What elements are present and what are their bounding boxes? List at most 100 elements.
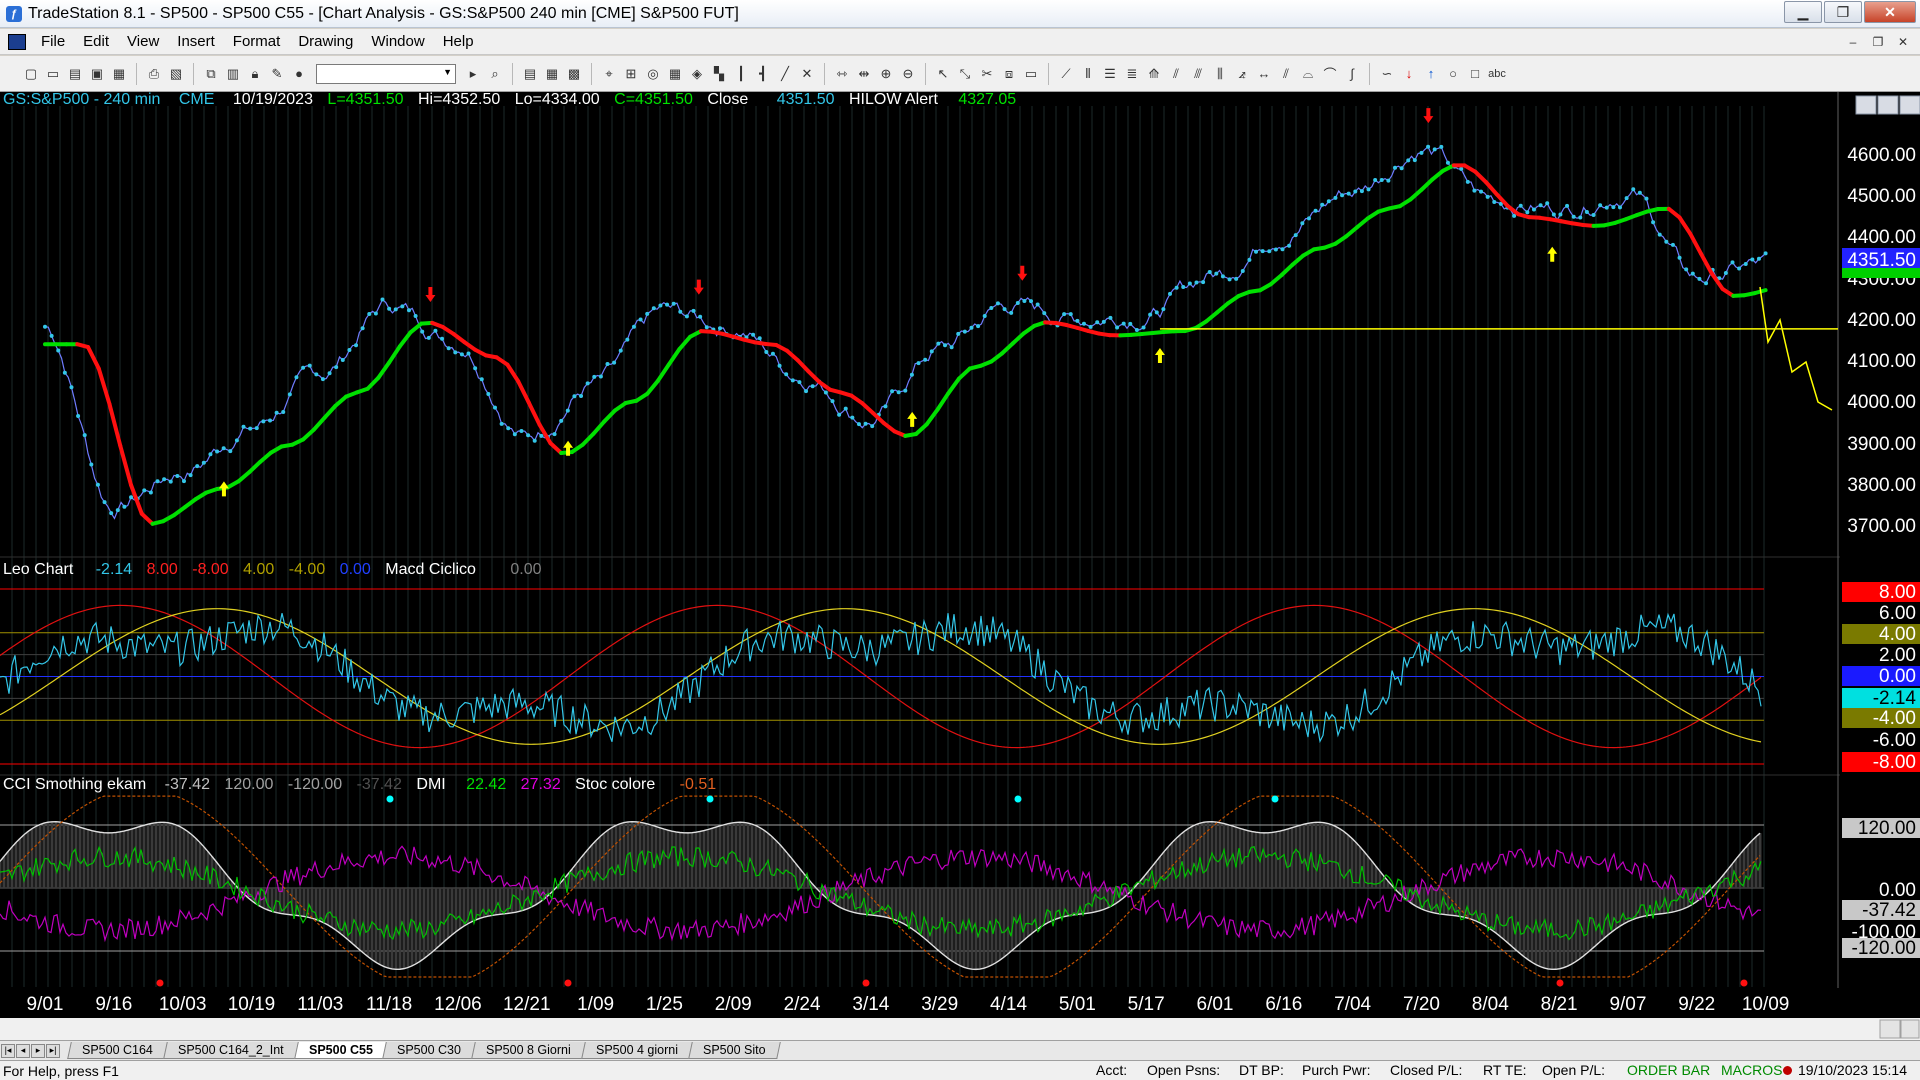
play-icon[interactable]: ▸ [464,65,482,83]
radar-icon[interactable]: ◎ [644,65,662,83]
menu-file[interactable]: File [32,29,74,55]
last-sheet-button[interactable]: ▸| [46,1043,60,1058]
scan-icon[interactable]: ⌖ [600,65,618,83]
optionstation-icon[interactable]: ◈ [688,65,706,83]
restore-button[interactable]: ❐ [1824,1,1862,23]
arc-icon[interactable]: ⌒ [1321,65,1339,83]
menu-edit[interactable]: Edit [74,29,118,55]
gann-icon[interactable]: ⟰ [1145,65,1163,83]
matrix-icon[interactable]: ▦ [666,65,684,83]
candle-icon[interactable]: ┫ [754,65,772,83]
magnifier-icon[interactable]: ⌕ [486,65,504,83]
channel-icon[interactable]: ⫼ [1211,65,1229,83]
status-datetime: 19/10/2023 15:14 [1798,1062,1907,1078]
scrollbar-thumb[interactable] [1879,1019,1901,1039]
scroll-right-button[interactable] [1900,1019,1920,1039]
zoom-out-icon[interactable]: ⊖ [899,65,917,83]
save-all-icon[interactable]: ▦ [110,65,128,83]
rectangle-icon[interactable]: □ [1466,65,1484,83]
print-preview-icon[interactable]: ▧ [167,65,185,83]
price-bar-point [82,433,87,438]
price-axis[interactable]: 4600.00 4500.00 4400.00 4300.00 4200.00 … [1847,145,1916,537]
order-bar-toggle[interactable]: ORDER BAR [1627,1062,1710,1078]
chart-close-button[interactable] [1899,95,1920,115]
first-sheet-button[interactable]: |◂ [1,1043,15,1058]
leo-axis[interactable]: 8.00 6.00 4.00 2.00 0.00 -2.14 -4.00 -6.… [1842,582,1920,773]
text-icon[interactable]: abc [1488,65,1506,83]
sheet-tab-active[interactable]: SP500 C55 [293,1042,388,1059]
chart-canvas[interactable]: GS:S&P500 - 240 min CME 10/19/2023 L=435… [0,92,1920,1046]
mdi-restore-button[interactable]: ❐ [1867,32,1889,52]
scroll-icon[interactable]: ⇹ [855,65,873,83]
open-workspace-icon[interactable]: ▤ [66,65,84,83]
minimize-button[interactable]: ▁ [1784,1,1822,23]
point-figure-icon[interactable]: ✕ [798,65,816,83]
symbol-combo[interactable] [316,63,456,84]
pencil-icon[interactable]: ✎ [268,65,286,83]
data-window-icon[interactable]: ▤ [521,65,539,83]
andrews-icon[interactable]: ⫽ [1167,65,1185,83]
hotlist-icon[interactable]: ⊞ [622,65,640,83]
fib-icon[interactable]: ≣ [1123,65,1141,83]
menu-format[interactable]: Format [224,29,290,55]
chart-minimize-button[interactable] [1855,95,1877,115]
freehand-icon[interactable]: ∫ [1343,65,1361,83]
line-chart-icon[interactable]: ╱ [776,65,794,83]
curve-icon[interactable]: ∽ [1378,65,1396,83]
new-icon[interactable]: ▢ [22,65,40,83]
arrow-down-icon[interactable]: ↓ [1400,65,1418,83]
cci-axis[interactable]: 120.00 0.00 -37.42 -100.00 -120.00 [1842,818,1920,959]
ellipse-icon[interactable]: ○ [1444,65,1462,83]
prev-sheet-button[interactable]: ◂ [16,1043,30,1058]
menu-window[interactable]: Window [362,29,433,55]
zoom-in-icon[interactable]: ⊕ [877,65,895,83]
speed-line-icon[interactable]: ⫻ [1189,65,1207,83]
expert-icon[interactable]: ⧈ [1000,65,1018,83]
sheet-tab[interactable]: SP500 Sito [688,1042,781,1059]
calculator-icon[interactable]: ▩ [565,65,583,83]
regression-icon[interactable]: ⦨ [1233,65,1251,83]
menu-insert[interactable]: Insert [168,29,224,55]
paste-icon[interactable]: ▥ [224,65,242,83]
sheet-tab[interactable]: SP500 C30 [382,1042,477,1059]
save-icon[interactable]: ▣ [88,65,106,83]
insert-indicator-icon[interactable]: ⤡ [956,65,974,83]
palette-icon[interactable]: ● [290,65,308,83]
menu-view[interactable]: View [118,29,168,55]
chart-restore-button[interactable] [1877,95,1899,115]
cycle-icon[interactable]: ⌓ [1299,65,1317,83]
tradestation-app-icon[interactable]: ƒ [6,5,22,22]
parallel-lines-icon[interactable]: ⫽ [1277,65,1295,83]
menu-help[interactable]: Help [434,29,483,55]
sheet-tab[interactable]: SP500 8 Giorni [471,1042,586,1059]
menu-drawing[interactable]: Drawing [289,29,362,55]
arrow-horizontal-icon[interactable]: ↔ [1255,65,1273,83]
close-button[interactable]: ✕ [1864,1,1916,23]
trendline-icon[interactable]: ⟋ [1057,65,1075,83]
grid-icon[interactable]: ▦ [543,65,561,83]
horizontal-lines-icon[interactable]: ☰ [1101,65,1119,83]
next-sheet-button[interactable]: ▸ [31,1043,45,1058]
macros-toggle[interactable]: MACROS [1721,1062,1782,1078]
arrow-up-icon[interactable]: ↑ [1422,65,1440,83]
price-bar-point [102,500,107,505]
vertical-lines-icon[interactable]: ⦀ [1079,65,1097,83]
mdi-close-button[interactable]: ✕ [1892,32,1914,52]
horizontal-scrollbar[interactable] [0,1018,1920,1040]
print-icon[interactable]: ⎙ [145,65,163,83]
pointer-icon[interactable]: ↖ [934,65,952,83]
chart-window-icon[interactable] [8,33,26,50]
lock-icon[interactable]: 🔒︎ [246,65,264,83]
sheet-tab[interactable]: SP500 C164_2_Int [163,1042,299,1059]
bar-spacing-icon[interactable]: ⇿ [833,65,851,83]
chart-analysis-window[interactable]: GS:S&P500 - 240 min CME 10/19/2023 L=435… [0,92,1920,1046]
chart-analysis-icon[interactable]: ▚ [710,65,728,83]
wrench-icon[interactable]: ✂ [978,65,996,83]
copy-icon[interactable]: ⧉ [202,65,220,83]
sheet-tab[interactable]: SP500 C164 [67,1042,168,1059]
eraser-icon[interactable]: ▭ [1022,65,1040,83]
open-icon[interactable]: ▭ [44,65,62,83]
sheet-tab[interactable]: SP500 4 giorni [581,1042,694,1059]
bar-chart-icon[interactable]: ┃ [732,65,750,83]
mdi-minimize-button[interactable]: ‒ [1842,32,1864,52]
